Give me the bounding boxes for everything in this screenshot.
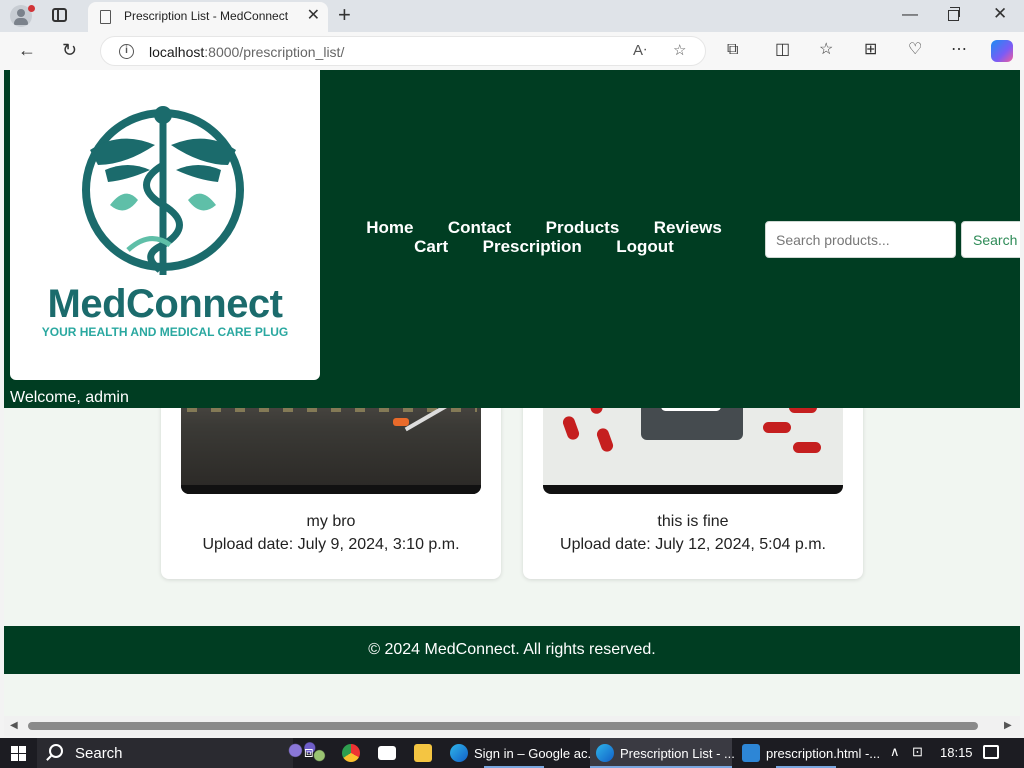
file-explorer-icon[interactable]: [414, 744, 432, 762]
nav-link-contact[interactable]: Contact: [448, 219, 511, 237]
copyright-text: © 2024 MedConnect. All rights reserved.: [368, 641, 656, 658]
network-icon[interactable]: ⊡: [912, 744, 923, 760]
caduceus-logo-icon: [82, 106, 244, 275]
main-nav: Home Contact Products Reviews Cart Presc…: [326, 219, 762, 257]
minimize-icon[interactable]: —: [902, 6, 918, 24]
edge-icon: [596, 744, 614, 762]
search-button[interactable]: Search: [961, 221, 1020, 258]
notification-dot-icon: [28, 5, 35, 12]
product-search-input[interactable]: Search products...: [765, 221, 956, 258]
new-tab-icon[interactable]: +: [338, 3, 351, 27]
scrollbar-thumb[interactable]: [28, 722, 978, 730]
prescription-upload-date: Upload date: July 9, 2024, 3:10 p.m.: [202, 536, 460, 553]
taskbar-window-prescription-list[interactable]: Prescription List - ...: [590, 738, 735, 768]
edge-icon: [450, 744, 468, 762]
nav-link-logout[interactable]: Logout: [616, 238, 674, 256]
extensions-icon[interactable]: ⧉: [727, 40, 738, 60]
taskbar-clock[interactable]: 18:15: [940, 745, 973, 760]
back-icon[interactable]: ←: [18, 39, 36, 61]
scroll-right-icon[interactable]: ▶: [1004, 720, 1012, 731]
refresh-icon[interactable]: ↻: [62, 39, 77, 61]
collections-icon[interactable]: ⊞: [864, 40, 877, 60]
site-logo[interactable]: MedConnect YOUR HEALTH AND MEDICAL CARE …: [10, 70, 320, 380]
favorites-icon[interactable]: ☆: [819, 40, 833, 60]
nav-link-products[interactable]: Products: [546, 219, 620, 237]
prescription-upload-date: Upload date: July 12, 2024, 5:04 p.m.: [560, 536, 826, 553]
more-options-icon[interactable]: ⋯: [951, 40, 967, 60]
taskbar-window-signin[interactable]: Sign in – Google ac...: [444, 738, 598, 768]
browser-tab-bar: Prescription List - MedConnect ✕ + — ✕: [0, 0, 1024, 32]
tray-chevron-icon[interactable]: ∧: [890, 744, 900, 760]
tab-actions-icon[interactable]: [52, 8, 67, 22]
chrome-icon[interactable]: [342, 744, 360, 762]
browser-tab-active[interactable]: Prescription List - MedConnect ✕: [88, 2, 328, 32]
taskbar-search[interactable]: Search: [37, 738, 329, 768]
task-view-icon[interactable]: ⧈: [304, 744, 314, 761]
nav-link-prescription[interactable]: Prescription: [483, 238, 582, 256]
windows-start-icon[interactable]: [11, 746, 26, 761]
prescription-title: this is fine: [657, 513, 729, 530]
favorite-star-icon[interactable]: ☆: [673, 42, 686, 60]
browser-essentials-icon[interactable]: ♡: [908, 40, 922, 60]
web-page: MedConnect YOUR HEALTH AND MEDICAL CARE …: [4, 70, 1020, 716]
site-info-icon[interactable]: i: [119, 44, 134, 59]
copilot-icon[interactable]: [991, 40, 1013, 62]
restore-icon[interactable]: [948, 7, 960, 21]
close-window-icon[interactable]: ✕: [993, 4, 1007, 24]
mail-icon[interactable]: [378, 746, 396, 760]
horizontal-scrollbar[interactable]: ◀ ▶: [4, 716, 1020, 736]
url-text[interactable]: localhost:8000/prescription_list/: [149, 44, 344, 60]
welcome-message: Welcome, admin: [10, 389, 129, 406]
logo-tagline: YOUR HEALTH AND MEDICAL CARE PLUG: [41, 325, 289, 339]
tab-title: Prescription List - MedConnect: [124, 9, 289, 23]
taskbar-window-vscode[interactable]: prescription.html -...: [736, 738, 880, 768]
tab-close-icon[interactable]: ✕: [307, 7, 320, 25]
page-icon: [100, 10, 111, 24]
notifications-icon[interactable]: [983, 745, 999, 759]
nav-link-home[interactable]: Home: [366, 219, 413, 237]
site-header: MedConnect YOUR HEALTH AND MEDICAL CARE …: [4, 70, 1020, 408]
search-icon: [49, 744, 63, 758]
prescription-title: my bro: [306, 513, 356, 530]
nav-link-reviews[interactable]: Reviews: [654, 219, 722, 237]
windows-taskbar: Search ⧈ Sign in – Google ac... Prescrip…: [0, 738, 1024, 768]
taskbar-search-label: Search: [75, 745, 123, 762]
browser-toolbar: ← ↻ i localhost:8000/prescription_list/ …: [0, 32, 1024, 70]
site-footer: © 2024 MedConnect. All rights reserved.: [4, 626, 1020, 674]
logo-wordmark: MedConnect: [47, 282, 284, 326]
split-screen-icon[interactable]: ◫: [775, 40, 790, 60]
nav-link-cart[interactable]: Cart: [414, 238, 448, 256]
address-bar[interactable]: i localhost:8000/prescription_list/ Aᐧ ☆: [100, 36, 706, 66]
scroll-left-icon[interactable]: ◀: [10, 720, 18, 731]
vscode-icon: [742, 744, 760, 762]
read-aloud-icon[interactable]: Aᐧ: [633, 42, 647, 60]
